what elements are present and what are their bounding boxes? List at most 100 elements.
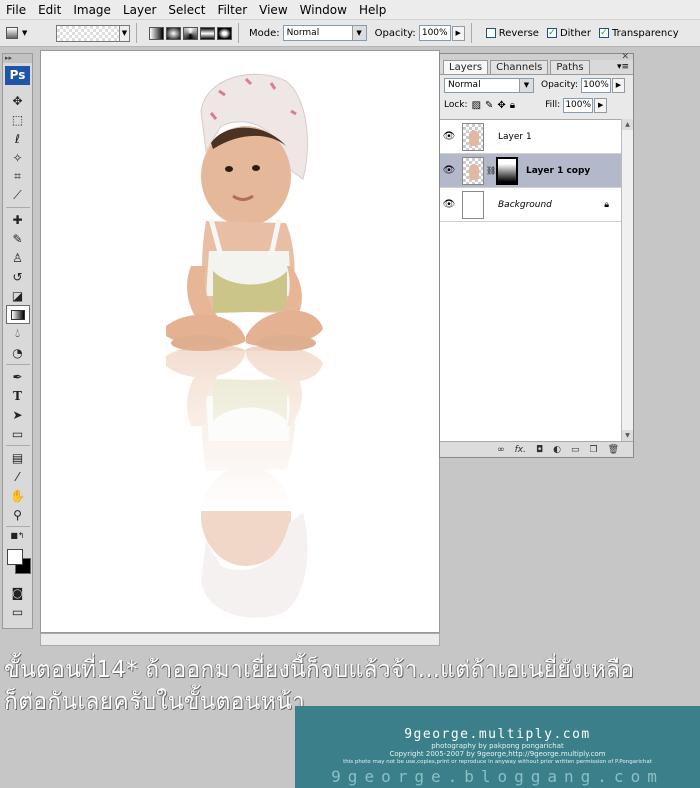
chevron-down-icon[interactable]: ▼ [351,26,366,40]
diamond-gradient-button[interactable] [217,26,232,40]
new-layer-icon[interactable]: ❐ [589,445,597,455]
adjustment-icon[interactable]: ◐ [553,445,561,455]
dodge-icon[interactable]: ◔ [6,343,30,362]
blend-mode-select[interactable]: Normal ▼ [444,77,534,93]
angle-gradient-button[interactable] [183,26,198,40]
tab-layers[interactable]: Layers [443,60,489,74]
layers-scrollbar[interactable]: ▲ ▼ [621,119,633,441]
history-brush-icon[interactable]: ↺ [6,267,30,286]
menu-layer[interactable]: Layer [117,3,162,17]
layer-opacity-label: Opacity: [541,80,578,90]
scroll-down-icon[interactable]: ▼ [622,430,633,441]
layer-row[interactable]: 👁︎ Layer 1 [440,120,621,154]
opacity-slider-button[interactable]: ▶ [612,77,625,93]
blend-mode-value: Normal [448,79,481,90]
mask-icon[interactable]: ◘ [536,445,543,455]
document-canvas[interactable] [40,50,440,633]
lock-icons: ▨ ✎ ✥ 🔒︎ [472,100,516,111]
pen-icon[interactable]: ✒ [6,367,30,386]
mode-value: Normal [286,28,320,38]
path-selection-icon[interactable]: ➤ [6,405,30,424]
tool-preset-picker[interactable]: ▼ [6,23,40,43]
opacity-input[interactable]: 100% [418,25,451,41]
link-icon[interactable]: ∞ [497,445,505,455]
lock-position-icon[interactable]: ✥ [497,100,505,111]
divider [136,23,137,43]
menu-filter[interactable]: Filter [211,3,253,17]
checkmark-icon[interactable]: ✓ [546,28,557,38]
reflected-gradient-button[interactable] [200,26,215,40]
lock-icon: 🔒︎ [604,199,609,210]
tab-paths[interactable]: Paths [550,60,590,74]
menu-edit[interactable]: Edit [32,3,67,17]
fill-input[interactable]: 100% [563,97,594,113]
type-icon[interactable]: T [6,386,30,405]
fill-slider-button[interactable]: ▶ [594,97,608,113]
tab-channels[interactable]: Channels [490,60,549,74]
blur-icon[interactable]: 💧︎ [6,324,30,343]
foreground-color-swatch[interactable] [6,549,23,565]
reverse-checkbox[interactable]: Reverse [485,28,539,39]
eye-icon[interactable]: 👁︎ [440,131,458,142]
menu-bar: File Edit Image Layer Select Filter View… [0,0,700,20]
layer-row[interactable]: 👁︎ Background 🔒︎ [440,188,621,222]
menu-help[interactable]: Help [353,3,392,17]
radial-gradient-button[interactable] [166,26,181,40]
lock-transparent-icon[interactable]: ▨ [472,100,481,111]
layer-thumbnail [462,190,484,219]
move-icon[interactable]: ✥ [6,91,30,110]
checkbox-box[interactable] [485,28,496,38]
mask-link-icon[interactable]: ⛓ [486,166,496,175]
chevron-down-icon[interactable]: ▼ [519,78,533,92]
lock-all-icon[interactable]: 🔒︎ [510,100,515,111]
transparency-checkbox[interactable]: ✓ Transparency [598,28,679,39]
menu-window[interactable]: Window [294,3,353,17]
layer-mask-thumbnail[interactable] [496,156,518,185]
eraser-icon[interactable]: ◪ [6,286,30,305]
layer-opacity-input[interactable]: 100% [581,77,611,93]
notes-icon[interactable]: ▤ [6,448,30,467]
photoshop-logo[interactable]: Ps [5,66,30,85]
lock-label: Lock: [444,100,468,110]
marquee-icon[interactable]: ⬚ [6,110,30,129]
baby-figure [166,73,323,351]
layer-row[interactable]: 👁︎ ⛓ Layer 1 copy [440,154,621,188]
toolbox-grip[interactable]: ▸▸ [3,54,32,63]
trash-icon[interactable]: 🗑︎ [608,445,619,455]
mode-select[interactable]: Normal ▼ [282,25,367,41]
zoom-icon[interactable]: ⚲ [6,505,30,524]
menu-image[interactable]: Image [67,3,117,17]
lasso-icon[interactable]: ℓ [6,129,30,148]
eye-icon[interactable]: 👁︎ [440,199,458,210]
fx-icon[interactable]: fx. [515,445,526,455]
healing-brush-icon[interactable]: ✚ [6,210,30,229]
dropdown-arrow-icon[interactable]: ▼ [119,25,129,41]
hand-icon[interactable]: ✋ [6,486,30,505]
shape-icon[interactable]: ▭ [6,424,30,443]
panel-menu-icon[interactable]: ▾≡ [617,62,629,72]
divider [5,526,30,527]
linear-gradient-button[interactable] [149,26,164,40]
quick-mask-icon[interactable]: ◙ [6,583,30,602]
checkmark-icon[interactable]: ✓ [598,28,609,38]
magic-wand-icon[interactable]: ✧ [6,148,30,167]
gradient-picker[interactable]: ▼ [56,24,130,42]
screen-mode-icon[interactable]: ▭ [6,602,30,621]
eyedropper-icon[interactable]: ⁄ [6,467,30,486]
dither-checkbox[interactable]: ✓ Dither [546,28,591,39]
menu-select[interactable]: Select [162,3,211,17]
opacity-slider-button[interactable]: ▶ [451,25,465,41]
gradient-icon[interactable] [5,305,30,324]
scroll-up-icon[interactable]: ▲ [622,119,633,130]
brush-icon[interactable]: ✎ [6,229,30,248]
slice-icon[interactable]: ⟋ [6,186,30,205]
layer-thumbnail [462,122,484,151]
eye-icon[interactable]: 👁︎ [440,165,458,176]
lock-image-icon[interactable]: ✎ [485,100,493,111]
clone-stamp-icon[interactable]: ♙ [6,248,30,267]
menu-view[interactable]: View [253,3,293,17]
folder-icon[interactable]: ▭ [571,445,580,455]
crop-icon[interactable]: ⌗ [6,167,30,186]
menu-file[interactable]: File [0,3,32,17]
swap-colors-icon[interactable]: ■↰ [6,529,30,541]
